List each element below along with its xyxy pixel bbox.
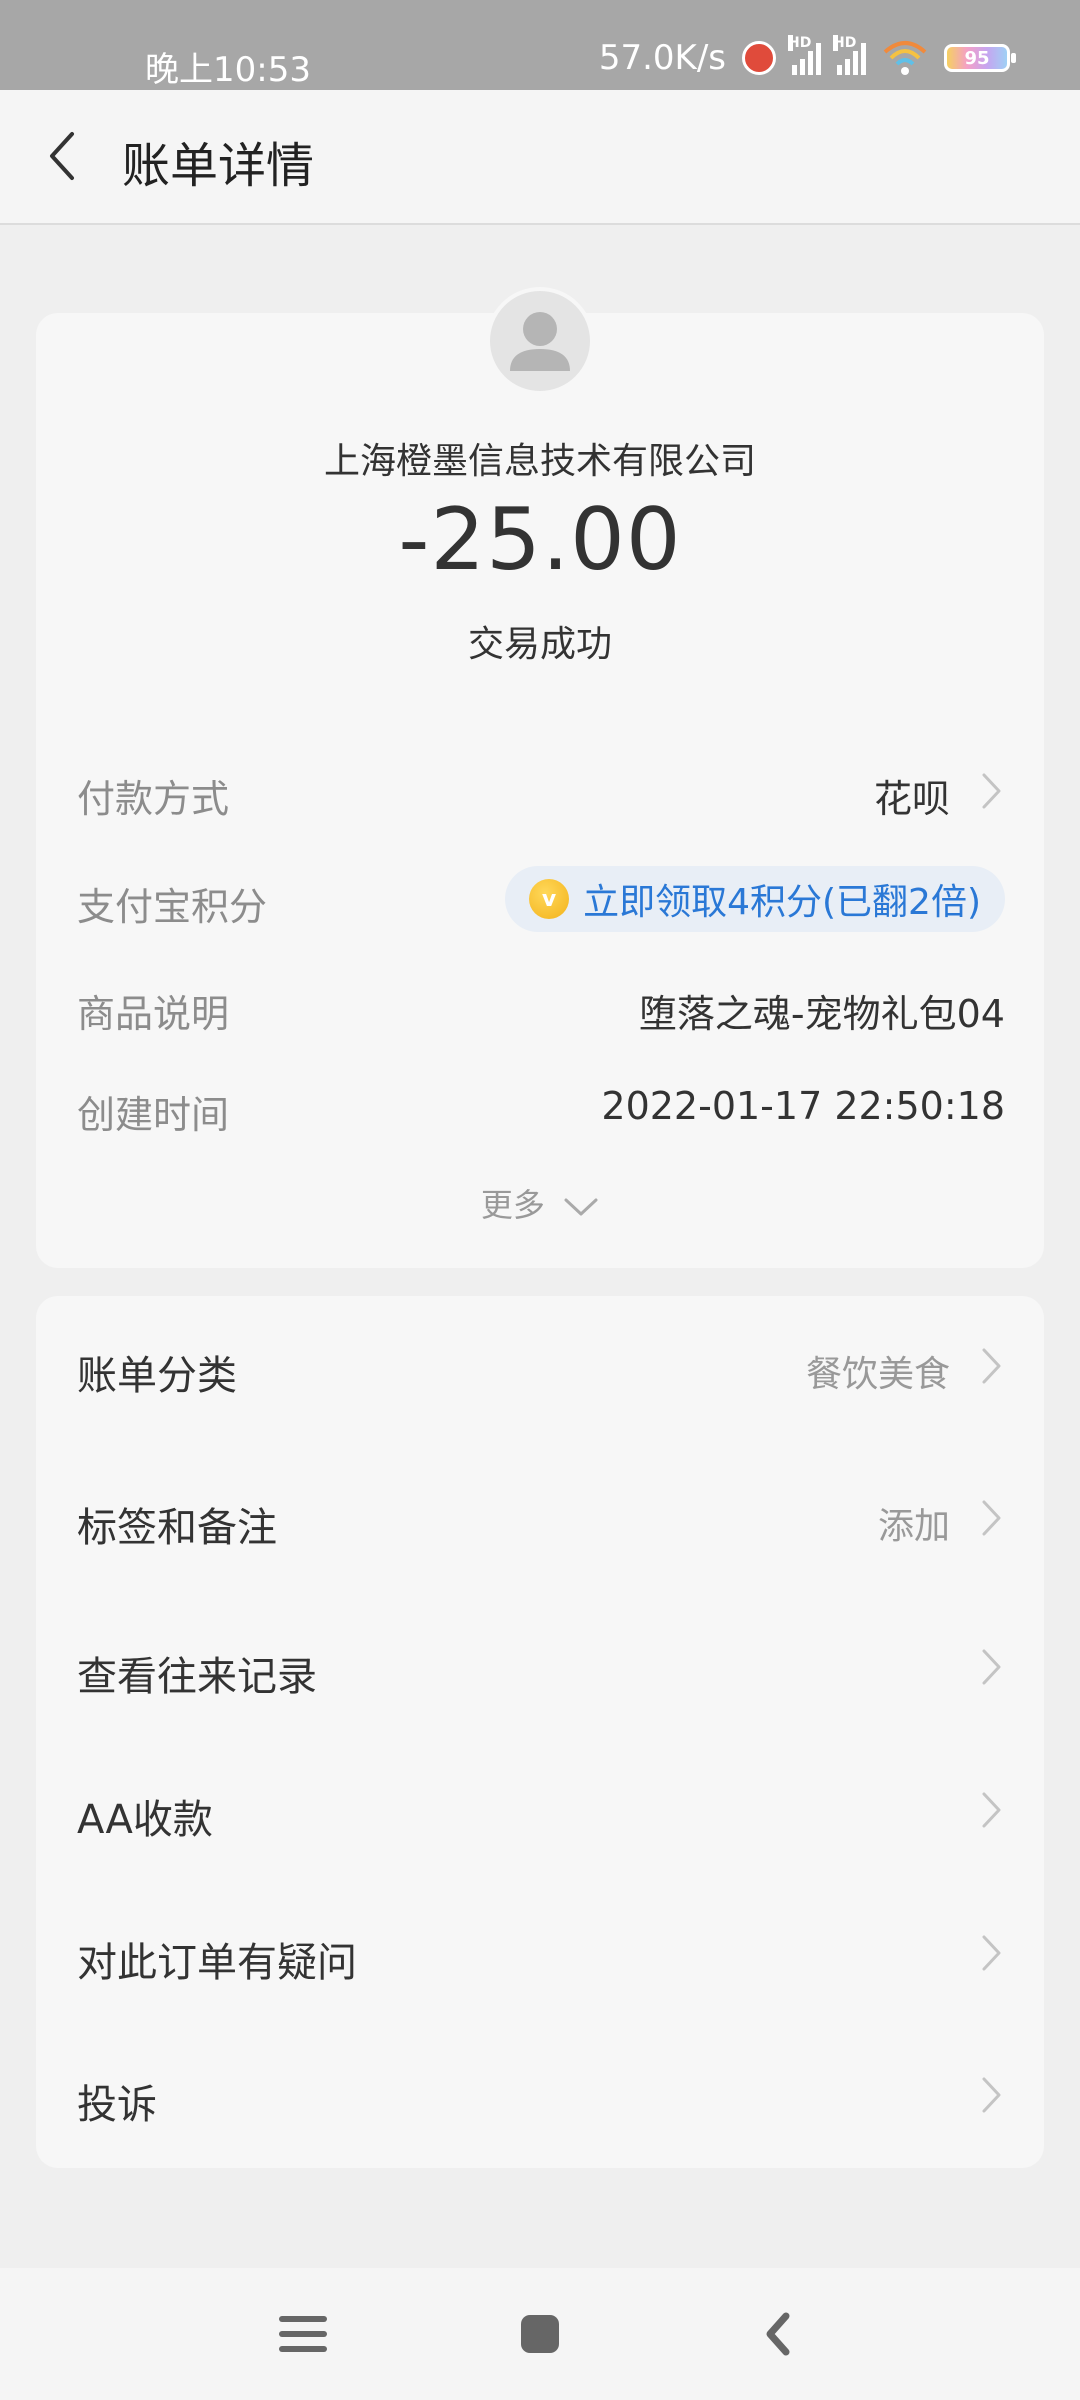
product-description-label: 商品说明: [77, 992, 230, 1036]
chevron-right-icon: [982, 1935, 1001, 1971]
payment-method-value: 花呗: [873, 777, 950, 821]
battery-icon: 95: [944, 44, 1016, 72]
app-header: 账单详情: [0, 90, 1080, 225]
transaction-amount: -25.00: [398, 490, 682, 590]
transaction-history-label: 查看往来记录: [77, 1654, 317, 1700]
user-icon: [510, 312, 570, 371]
page-title: 账单详情: [122, 138, 315, 194]
complaint-item[interactable]: 投诉: [77, 2064, 1005, 2134]
created-time-label: 创建时间: [77, 1093, 230, 1137]
signal-icon: HD: [833, 35, 866, 75]
claim-points-text: 立即领取4积分(已翻2倍): [583, 882, 981, 923]
bill-category-label: 账单分类: [77, 1353, 237, 1399]
home-button[interactable]: [510, 2304, 570, 2364]
order-question-label: 对此订单有疑问: [77, 1940, 357, 1986]
payment-method-label: 付款方式: [77, 777, 230, 821]
signal-icon: HD: [788, 35, 821, 75]
bill-category-value: 餐饮美食: [805, 1354, 950, 1395]
points-coin-icon: v: [529, 879, 570, 919]
bill-category-item[interactable]: 账单分类 餐饮美食: [77, 1335, 1005, 1405]
claim-points-button[interactable]: v 立即领取4积分(已翻2倍): [505, 866, 1005, 932]
actions-card: [36, 1296, 1044, 2168]
tags-notes-label: 标签和备注: [77, 1505, 277, 1551]
order-question-item[interactable]: 对此订单有疑问: [77, 1922, 1005, 1992]
aa-collection-item[interactable]: AA收款: [77, 1779, 1005, 1849]
alipay-points-row: 支付宝积分 v 立即领取4积分(已翻2倍): [77, 866, 1005, 932]
created-time-row: 创建时间 2022-01-17 22:50:18: [77, 1076, 1005, 1137]
network-speed: 57.0K/s: [598, 38, 726, 78]
transaction-status: 交易成功: [467, 624, 612, 665]
chevron-right-icon: [982, 1348, 1001, 1384]
chevron-down-icon: [564, 1198, 598, 1216]
product-description-value: 堕落之魂-宠物礼包04: [638, 992, 1005, 1036]
tags-notes-value: 添加: [877, 1506, 950, 1547]
nav-back-button[interactable]: [748, 2304, 808, 2364]
chevron-right-icon: [982, 773, 1001, 809]
transaction-history-item[interactable]: 查看往来记录: [77, 1636, 1005, 1706]
hd-label: HD: [833, 35, 857, 51]
alipay-points-label: 支付宝积分: [77, 885, 268, 929]
menu-icon: [279, 2316, 327, 2352]
chevron-left-icon: [50, 132, 74, 180]
tags-notes-item[interactable]: 标签和备注 添加: [77, 1487, 1005, 1557]
complaint-label: 投诉: [77, 2082, 157, 2128]
back-button[interactable]: [38, 128, 94, 184]
menu-button[interactable]: [273, 2304, 333, 2364]
wifi-icon: [882, 38, 928, 78]
hd-label: HD: [788, 35, 812, 51]
status-time: 晚上10:53: [145, 50, 311, 90]
status-bar: 晚上10:53 57.0K/s HD HD 95: [0, 0, 1080, 90]
more-button[interactable]: 更多: [0, 1180, 1080, 1226]
chevron-right-icon: [982, 1649, 1001, 1685]
alarm-icon: [742, 41, 776, 75]
payment-method-row[interactable]: 付款方式 花呗: [77, 760, 1005, 821]
created-time-value: 2022-01-17 22:50:18: [601, 1084, 1005, 1128]
chevron-right-icon: [982, 1792, 1001, 1828]
back-icon: [766, 2312, 790, 2356]
more-label: 更多: [480, 1186, 545, 1224]
merchant-name: 上海橙墨信息技术有限公司: [323, 441, 756, 482]
aa-collection-label: AA收款: [77, 1797, 213, 1843]
product-description-row: 商品说明 堕落之魂-宠物礼包04: [77, 975, 1005, 1036]
chevron-right-icon: [982, 2077, 1001, 2113]
chevron-right-icon: [982, 1500, 1001, 1536]
home-icon: [521, 2315, 559, 2353]
merchant-avatar: [486, 287, 594, 395]
status-icons: 57.0K/s HD HD 95: [598, 35, 1016, 78]
system-nav-bar: [0, 2268, 1080, 2400]
